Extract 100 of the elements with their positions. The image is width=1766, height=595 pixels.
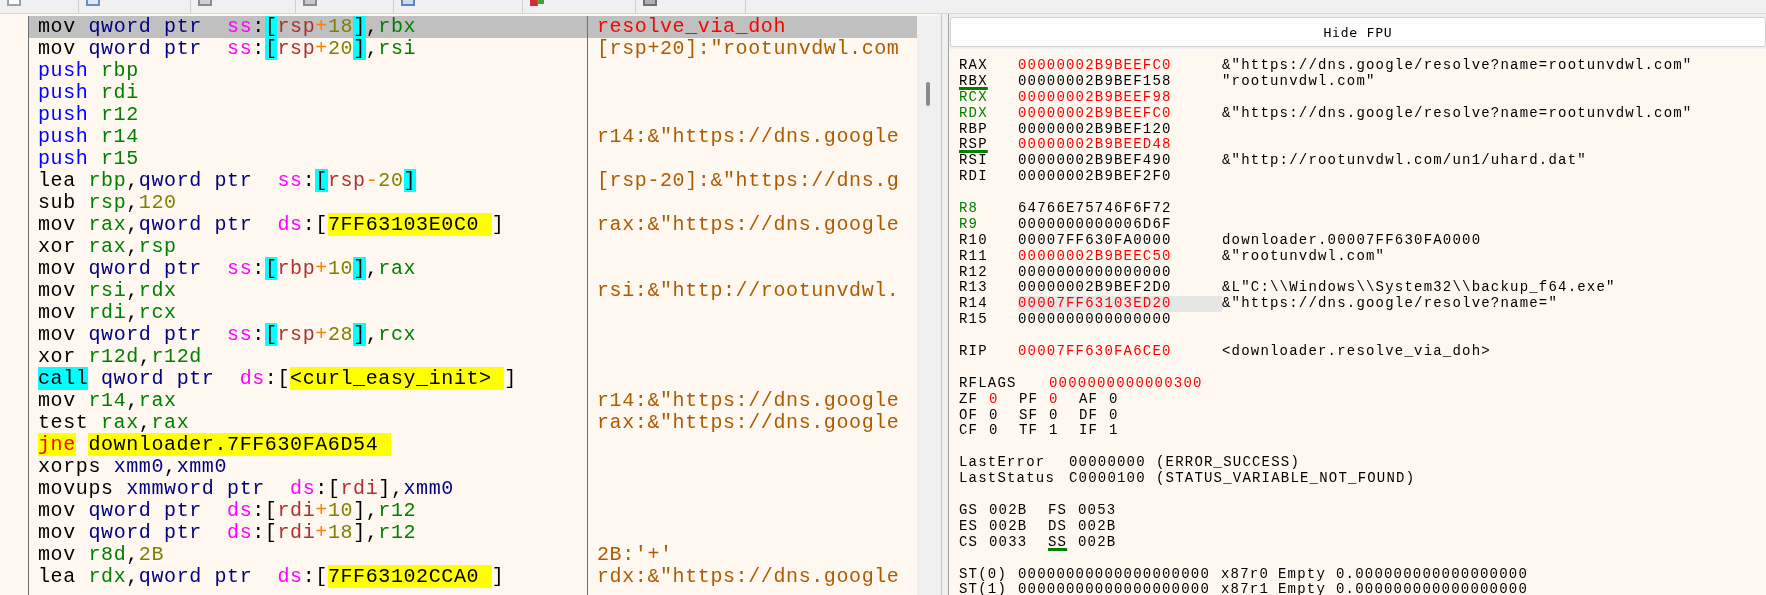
panel-splitter[interactable] — [941, 14, 949, 595]
register-comment: &"http://rootunvdwl.com/un1/uhard.dat" — [1222, 153, 1587, 170]
flag-name: CF — [959, 423, 980, 440]
register-value[interactable]: 00007FF630FA6CE0 — [1018, 344, 1222, 360]
comment-text: rax:&"https://dns.google — [596, 412, 901, 434]
hide-fpu-button[interactable]: Hide FPU — [950, 17, 1766, 47]
instruction-text[interactable]: xorps xmm0,xmm0 — [29, 456, 587, 478]
flag-value[interactable]: 0 — [1109, 407, 1139, 424]
tab-icon[interactable] — [6, 0, 22, 8]
instruction-text[interactable]: call qword ptr ds:[<curl_easy_init> ] — [29, 368, 587, 390]
instruction-text[interactable]: mov qword ptr ss:[rsp+18],rbx — [29, 16, 587, 38]
instruction-text[interactable]: push rbp — [29, 60, 587, 82]
instruction-text[interactable]: mov qword ptr ds:[rdi+18],r12 — [29, 522, 587, 544]
register-name: R11 — [959, 248, 989, 265]
register-value[interactable]: 0000000000006D6F — [1018, 216, 1222, 233]
status-name: LastStatus — [959, 471, 1056, 488]
instruction-text[interactable]: mov qword ptr ss:[rsp+20],rsi — [29, 38, 587, 60]
register-name: R10 — [959, 232, 989, 249]
register-comment: "rootunvdwl.com" — [1222, 73, 1376, 90]
flag-name: TF — [1019, 423, 1040, 440]
flag-name: ZF — [959, 391, 980, 408]
tab-icon[interactable] — [197, 0, 213, 8]
flag-value[interactable]: 1 — [1109, 423, 1139, 440]
flag-value[interactable]: 0 — [989, 391, 1019, 408]
segment-name: CS — [959, 534, 980, 551]
instruction-text[interactable]: sub rsp,120 — [29, 192, 587, 214]
flag-value[interactable]: 0 — [1049, 407, 1079, 424]
comment-text: [rsp-20]:&"https://dns.g — [596, 170, 901, 192]
register-comment: &"https://dns.google/resolve?name=rootunvdwl.com" — [1222, 105, 1693, 122]
fpu-register-float: 0.000000000000000000 — [1336, 566, 1529, 583]
status-value[interactable]: 00000000 — [1069, 455, 1156, 472]
register-name: R14 — [959, 296, 989, 313]
tab-icon[interactable] — [529, 0, 545, 8]
register-value[interactable]: 0000000000000000 — [1018, 264, 1222, 281]
segment-value[interactable]: 0033 — [989, 534, 1048, 551]
register-value[interactable]: 00000002B9BEEFC0 — [1018, 58, 1222, 74]
segment-value[interactable]: 002B — [1078, 518, 1137, 535]
segment-value[interactable]: 002B — [1078, 534, 1137, 551]
instruction-text[interactable]: movups xmmword ptr ds:[rdi],xmm0 — [29, 478, 587, 500]
tab-icon[interactable] — [302, 0, 318, 8]
register-value[interactable]: 00000002B9BEF120 — [1018, 121, 1222, 138]
instruction-text[interactable]: mov qword ptr ds:[rdi+10],r12 — [29, 500, 587, 522]
register-value[interactable]: 00000002B9BEF158 — [1018, 73, 1222, 90]
flag-name: PF — [1019, 391, 1040, 408]
instruction-text[interactable]: push r15 — [29, 148, 587, 170]
instruction-text[interactable]: mov r14,rax — [29, 390, 587, 412]
register-name: RFLAGS — [959, 375, 1018, 392]
register-value[interactable]: 64766E75746F6F72 — [1018, 201, 1222, 217]
register-name: RCX — [959, 89, 989, 106]
comment-text: r14:&"https://dns.google — [596, 126, 901, 148]
register-value[interactable]: 0000000000000000 — [1018, 312, 1222, 329]
flag-value[interactable]: 0 — [989, 423, 1019, 440]
flag-value[interactable]: 0 — [989, 407, 1019, 424]
instruction-text[interactable]: xor r12d,r12d — [29, 346, 587, 368]
register-value[interactable]: 0000000000000300 — [1049, 375, 1253, 392]
flag-value[interactable]: 0 — [1049, 391, 1079, 408]
instruction-text[interactable]: push r14 — [29, 126, 587, 148]
status-value[interactable]: C0000100 — [1069, 471, 1156, 488]
tab-icon[interactable] — [85, 0, 101, 8]
register-name: RDX — [959, 105, 989, 122]
status-name: LastError — [959, 455, 1047, 472]
segment-value[interactable]: 002B — [989, 502, 1048, 519]
register-value[interactable]: 00000002B9BEF490 — [1018, 153, 1222, 170]
flag-value[interactable]: 1 — [1049, 423, 1079, 440]
scrollbar[interactable] — [917, 16, 938, 595]
instruction-text[interactable]: push rdi — [29, 82, 587, 104]
register-value[interactable]: 00000002B9BEEFC0 — [1018, 105, 1222, 122]
instruction-text[interactable]: mov rdi,rcx — [29, 302, 587, 324]
register-value[interactable]: 00000002B9BEF2D0 — [1018, 280, 1222, 297]
instruction-text[interactable]: mov qword ptr ss:[rbp+10],rax — [29, 258, 587, 280]
fpu-register-tag: x87r1 — [1221, 582, 1278, 595]
instruction-text[interactable]: mov rsi,rdx — [29, 280, 587, 302]
register-value[interactable]: 00000002B9BEF2F0 — [1018, 169, 1222, 186]
instruction-text[interactable]: mov rax,qword ptr ds:[7FF63103E0C0 ] — [29, 214, 587, 236]
register-value[interactable]: 00000002B9BEEC50 — [1018, 248, 1222, 265]
segment-value[interactable]: 0053 — [1078, 502, 1137, 519]
instruction-text[interactable]: lea rbp,qword ptr ss:[rsp-20] — [29, 170, 587, 192]
instruction-text[interactable]: mov qword ptr ss:[rsp+28],rcx — [29, 324, 587, 346]
instruction-text[interactable]: lea rdx,qword ptr ds:[7FF63102CCA0 ] — [29, 566, 587, 588]
segment-name: FS — [1048, 502, 1069, 519]
register-name: R8 — [959, 201, 980, 217]
tab-icon[interactable] — [400, 0, 416, 8]
flag-name: AF — [1079, 391, 1100, 408]
tab-icon[interactable] — [642, 0, 658, 8]
comment-text: rdx:&"https://dns.google — [596, 566, 901, 588]
instruction-text[interactable]: test rax,rax — [29, 412, 587, 434]
instruction-text[interactable]: mov r8d,2B — [29, 544, 587, 566]
instruction-text[interactable]: push r12 — [29, 104, 587, 126]
flag-value[interactable]: 0 — [1109, 391, 1139, 408]
register-value[interactable]: 00000002B9BEED48 — [1018, 137, 1222, 154]
fpu-register-value[interactable]: 00000000000000000000 — [1018, 566, 1221, 583]
register-value[interactable]: 00000002B9BEEF98 — [1018, 89, 1222, 106]
register-comment: <downloader.resolve_via_doh> — [1222, 344, 1491, 360]
segment-name: GS — [959, 502, 980, 519]
instruction-text[interactable]: xor rax,rsp — [29, 236, 587, 258]
scrollbar-thumb[interactable] — [926, 82, 930, 106]
fpu-register-value[interactable]: 00000000000000000000 — [1018, 582, 1221, 595]
register-value[interactable]: 00007FF630FA0000 — [1018, 232, 1222, 249]
segment-value[interactable]: 002B — [989, 518, 1048, 535]
comment-text: r14:&"https://dns.google — [596, 390, 901, 412]
